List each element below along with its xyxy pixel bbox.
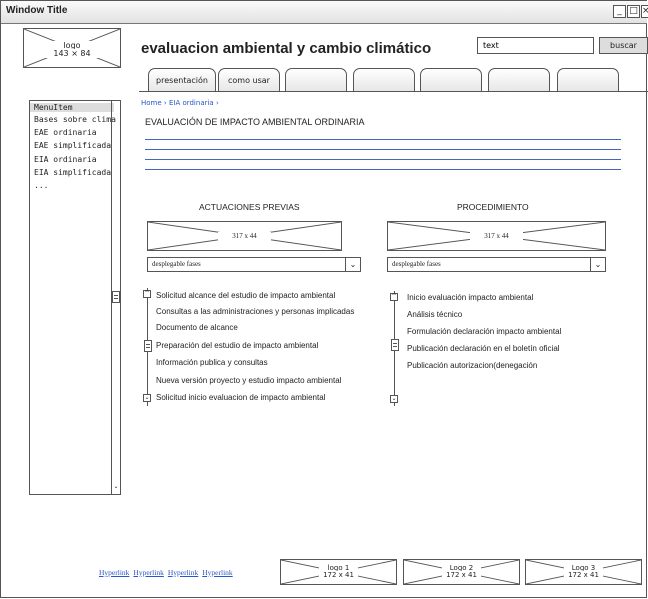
sidebar-scrollbar[interactable]: ⌄ (111, 101, 121, 494)
list-item[interactable]: Nueva versión proyecto y estudio impacto… (156, 376, 341, 385)
maximize-button[interactable]: □ (627, 5, 640, 18)
scroll-thumb[interactable] (144, 340, 152, 352)
sidebar-item-bases-clima[interactable]: Bases sobre clima (34, 115, 116, 124)
list-item[interactable]: Consultas a las administraciones y perso… (156, 307, 354, 316)
sidebar-item-eae-ordinaria[interactable]: EAE ordinaria (34, 128, 97, 137)
image-placeholder-left: 317 x 44 (147, 221, 342, 251)
logo-size: 143 × 84 (24, 49, 120, 58)
chevron-down-icon[interactable]: ⌄ (590, 258, 605, 271)
title-bar: Window Title _ □ × (1, 1, 648, 24)
page-heading: EVALUACIÓN DE IMPACTO AMBIENTAL ORDINARI… (145, 117, 365, 127)
sidebar-item-eae-simplificada[interactable]: EAE simplificada (34, 141, 111, 150)
minimize-button[interactable]: _ (613, 5, 626, 18)
list-item[interactable]: Documento de alcance (156, 323, 238, 332)
logo-placeholder: logo 143 × 84 (23, 28, 121, 68)
dropdown-fases-right[interactable]: desplegable fases ⌄ (387, 257, 606, 272)
footer-logo-3: Logo 3 172 x 41 (525, 559, 642, 585)
scroll-down-icon[interactable]: ⌄ (390, 395, 398, 403)
scroll-up-icon[interactable]: ^ (390, 293, 398, 301)
site-title: evaluacion ambiental y cambio climático (141, 40, 432, 57)
scroll-up-icon[interactable]: ^ (143, 290, 151, 298)
footer-hyperlink[interactable]: Hyperlink (133, 568, 163, 577)
tab-empty-2[interactable] (353, 68, 415, 92)
list-procedimiento: ^ ⌄ (390, 291, 399, 406)
app-window: Window Title _ □ × logo 143 × 84 evaluac… (0, 0, 648, 598)
text-line (145, 159, 621, 160)
list-item[interactable]: Publicación autorizacion(denegación (407, 361, 537, 370)
list-item[interactable]: Solicitud alcance del estudio de impacto… (156, 291, 335, 300)
text-line (145, 139, 621, 140)
tab-presentacion[interactable]: presentación (148, 68, 216, 92)
sidebar-scroll-thumb[interactable] (112, 291, 120, 303)
breadcrumb-current[interactable]: EIA ordinaria (169, 99, 214, 107)
text-line (145, 169, 621, 170)
footer-logo-2: Logo 2 172 x 41 (403, 559, 520, 585)
dropdown-value: desplegable fases (392, 260, 441, 268)
list-actuaciones: ^ ⌄ (143, 288, 152, 406)
search-input[interactable] (477, 37, 594, 54)
sidebar-item-eia-simplificada[interactable]: EIA simplificada (34, 168, 111, 177)
footer-logo-1: logo 1 172 x 41 (280, 559, 397, 585)
sidebar-item-more[interactable]: ... (34, 181, 48, 190)
list-item[interactable]: Inicio evaluación impacto ambiental (407, 293, 533, 302)
close-button[interactable]: × (641, 5, 648, 18)
breadcrumb: Home › EIA ordinaria › (141, 99, 219, 107)
tab-bar-divider (139, 91, 648, 92)
footer-hyperlink[interactable]: Hyperlink (168, 568, 198, 577)
dropdown-fases-left[interactable]: desplegable fases ⌄ (147, 257, 361, 272)
breadcrumb-separator: › (163, 99, 167, 107)
footer-links: Hyperlink Hyperlink Hyperlink Hyperlink (99, 568, 237, 577)
window-title: Window Title (6, 5, 68, 16)
breadcrumb-home[interactable]: Home (141, 99, 162, 107)
list-item[interactable]: Solicitud inicio evaluacion de impacto a… (156, 393, 325, 402)
dropdown-value: desplegable fases (152, 260, 201, 268)
logo-size: 172 x 41 (442, 571, 481, 580)
sidebar-menu: MenuItem Bases sobre clima EAE ordinaria… (29, 100, 121, 495)
image-placeholder-right: 317 x 44 (387, 221, 606, 251)
list-item[interactable]: Información publica y consultas (156, 358, 268, 367)
sidebar-item-menuitem[interactable]: MenuItem (30, 103, 114, 112)
section-title-actuaciones: ACTUACIONES PREVIAS (199, 202, 300, 212)
scroll-down-icon[interactable]: ⌄ (143, 394, 151, 402)
list-item[interactable]: Análisis técnico (407, 310, 462, 319)
image-size-right: 317 x 44 (470, 232, 523, 241)
tab-empty-5[interactable] (557, 68, 619, 92)
tab-empty-1[interactable] (285, 68, 347, 92)
list-item[interactable]: Formulación declaración impacto ambienta… (407, 327, 561, 336)
footer-hyperlink[interactable]: Hyperlink (202, 568, 232, 577)
logo-size: 172 x 41 (564, 571, 603, 580)
list-item[interactable]: Publicación declaración en el boletín of… (407, 344, 560, 353)
footer-hyperlink[interactable]: Hyperlink (99, 568, 129, 577)
section-title-procedimiento: PROCEDIMIENTO (457, 202, 529, 212)
text-line (145, 149, 621, 150)
chevron-down-icon[interactable]: ⌄ (345, 258, 360, 271)
logo-size: 172 x 41 (319, 571, 358, 580)
search-button[interactable]: buscar (599, 37, 648, 54)
sidebar-item-eia-ordinaria[interactable]: EIA ordinaria (34, 155, 97, 164)
sidebar-scroll-down-icon[interactable]: ⌄ (112, 484, 120, 492)
list-item[interactable]: Preparación del estudio de impacto ambie… (156, 341, 318, 350)
tab-como-usar[interactable]: como usar (218, 68, 280, 92)
tab-empty-3[interactable] (420, 68, 482, 92)
breadcrumb-separator: › (215, 99, 219, 107)
image-size-left: 317 x 44 (218, 232, 271, 241)
tab-empty-4[interactable] (488, 68, 550, 92)
scroll-thumb[interactable] (391, 339, 399, 351)
